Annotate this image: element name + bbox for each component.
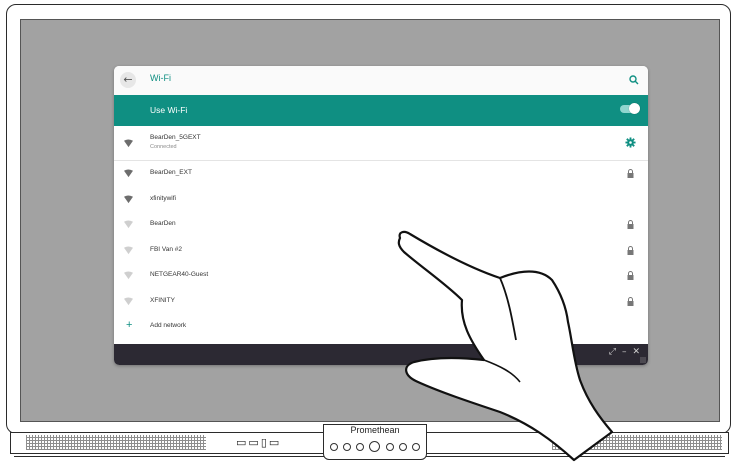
usb-port-icon: ▭ (236, 436, 247, 449)
wifi-signal-icon (124, 271, 133, 280)
network-item[interactable]: xfinitywifi (114, 187, 648, 213)
wifi-settings-window: ← Wi-Fi Use Wi-Fi BearDen_5GEXT Connecte… (114, 66, 648, 365)
expand-icon[interactable]: ⤢ (609, 347, 616, 357)
front-control-panel: Promethean (323, 424, 427, 460)
network-item[interactable]: BearDen_EXT (114, 161, 648, 187)
usb-port-icon: ▭ (248, 436, 259, 449)
network-item[interactable]: XFINITY (114, 289, 648, 315)
toggle-knob (629, 103, 640, 114)
front-ports: ▭ ▭ ▯ ▭ (236, 436, 279, 449)
network-item[interactable]: BearDen (114, 212, 648, 238)
network-list: BearDen_5GEXT Connected BearDen_EXT xfin… (114, 126, 648, 340)
wifi-signal-icon (124, 245, 133, 254)
lock-icon (627, 220, 634, 229)
page-title: Wi-Fi (150, 73, 171, 83)
network-name: BearDen_5GEXT (150, 134, 201, 141)
lock-icon (627, 169, 634, 178)
resize-handle-icon[interactable] (640, 357, 646, 363)
back-arrow-icon[interactable]: ← (120, 72, 136, 88)
minimize-icon[interactable]: – (622, 347, 627, 357)
brand-logo: Promethean (350, 425, 400, 435)
hardware-button[interactable] (356, 442, 365, 451)
speaker-grille-left (26, 435, 206, 450)
hdmi-port-icon: ▯ (260, 436, 267, 449)
wifi-signal-icon (124, 194, 133, 203)
hardware-button[interactable] (343, 442, 352, 451)
close-icon[interactable]: ✕ (632, 347, 640, 357)
hardware-button[interactable] (330, 442, 338, 451)
network-item[interactable]: FBI Van #2 (114, 238, 648, 264)
lock-icon (627, 245, 634, 255)
network-name: BearDen (150, 220, 176, 227)
wifi-signal-icon (124, 169, 133, 178)
gear-icon[interactable] (625, 137, 636, 148)
network-status: Connected (150, 144, 177, 150)
lock-icon (627, 296, 634, 306)
power-button-icon[interactable] (369, 441, 381, 452)
use-wifi-label: Use Wi-Fi (150, 105, 188, 115)
use-wifi-toggle-row[interactable]: Use Wi-Fi (114, 95, 648, 126)
wifi-signal-icon (124, 220, 133, 229)
wifi-signal-icon (124, 296, 133, 305)
network-name: xfinitywifi (150, 194, 177, 202)
usb-c-port-icon: ▭ (268, 436, 280, 449)
network-name: XFINITY (150, 296, 175, 304)
plus-icon: + (126, 319, 133, 331)
hardware-button[interactable] (385, 442, 394, 451)
search-icon[interactable] (628, 74, 640, 86)
hardware-button[interactable] (411, 442, 420, 451)
network-name: NETGEAR40-Guest (150, 271, 209, 278)
wifi-signal-icon (124, 139, 133, 148)
network-name: BearDen_EXT (150, 169, 192, 176)
add-network-button[interactable]: + Add network (114, 314, 648, 340)
wifi-toggle-switch[interactable] (620, 103, 640, 114)
network-item[interactable]: BearDen_5GEXT Connected (114, 126, 648, 161)
network-item[interactable]: NETGEAR40-Guest (114, 263, 648, 289)
speaker-grille-right (552, 435, 722, 450)
window-taskbar: ⤢ – ✕ (114, 344, 648, 365)
network-name: FBI Van #2 (150, 245, 183, 253)
hardware-button[interactable] (398, 442, 407, 451)
app-bar: ← Wi-Fi (114, 66, 648, 96)
add-network-label: Add network (150, 322, 187, 329)
lock-icon (627, 271, 634, 280)
